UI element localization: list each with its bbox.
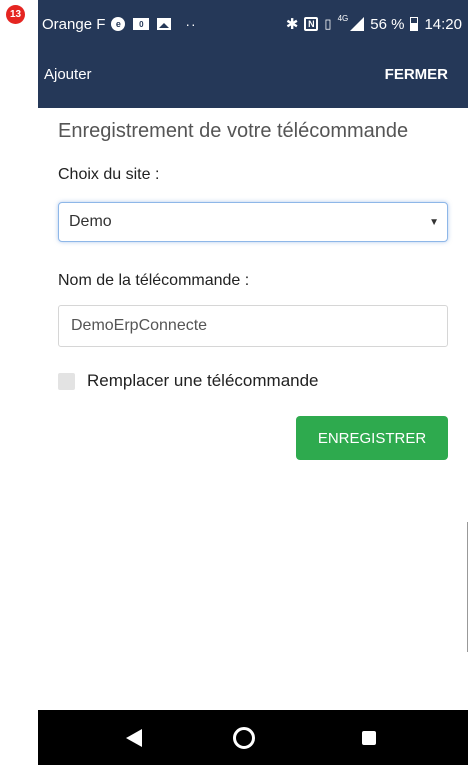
remote-name-label: Nom de la télécommande : (58, 272, 250, 289)
clock: 14:20 (424, 15, 462, 33)
network-type: 4G (337, 13, 349, 23)
vibrate-icon: ▯ (324, 16, 332, 31)
card-icon: 0 (133, 18, 150, 30)
home-icon[interactable] (233, 727, 255, 749)
recent-apps-icon[interactable] (362, 731, 376, 745)
replace-remote-option[interactable]: Remplacer une télécommande (58, 371, 319, 391)
carrier-name: Orange F (42, 15, 106, 33)
replace-remote-label: Remplacer une télécommande (87, 371, 319, 390)
form-content: Enregistrement de votre télécommande Cho… (38, 108, 468, 710)
navigation-bar (38, 710, 468, 765)
back-icon[interactable] (126, 729, 142, 747)
battery-icon (410, 17, 419, 31)
notification-icon: e (111, 17, 126, 31)
remote-name-input[interactable]: DemoErpConnecte (58, 305, 448, 347)
close-button[interactable]: FERMER (385, 66, 448, 83)
more-dots-icon: ·· (185, 16, 197, 32)
site-select-value: Demo (69, 213, 112, 230)
app-bar-title: Ajouter (44, 66, 92, 83)
signal-icon (350, 17, 365, 31)
image-icon (157, 18, 172, 30)
remote-name-value: DemoErpConnecte (71, 317, 208, 334)
notification-icons: e 0 ·· (111, 16, 196, 32)
site-label: Choix du site : (58, 166, 160, 183)
page-title: Enregistrement de votre télécommande (58, 120, 409, 142)
step-badge: 13 (6, 5, 25, 24)
system-icons: ✱ N ▯ 4G 56 % 14:20 (285, 13, 462, 34)
dropdown-caret-icon: ▼ (429, 216, 439, 228)
app-bar: Ajouter FERMER (38, 48, 468, 108)
replace-remote-checkbox[interactable] (58, 372, 75, 390)
bluetooth-icon: ✱ (285, 16, 299, 33)
save-button[interactable]: ENREGISTRER (296, 416, 448, 460)
phone-screen: Orange F e 0 ·· ✱ N ▯ 4G 56 % 14:20 Ajou… (38, 0, 468, 765)
site-select[interactable]: Demo ▼ (58, 202, 448, 242)
nfc-icon: N (304, 17, 319, 31)
battery-percent: 56 % (370, 15, 405, 33)
status-bar: Orange F e 0 ·· ✱ N ▯ 4G 56 % 14:20 (38, 0, 468, 48)
